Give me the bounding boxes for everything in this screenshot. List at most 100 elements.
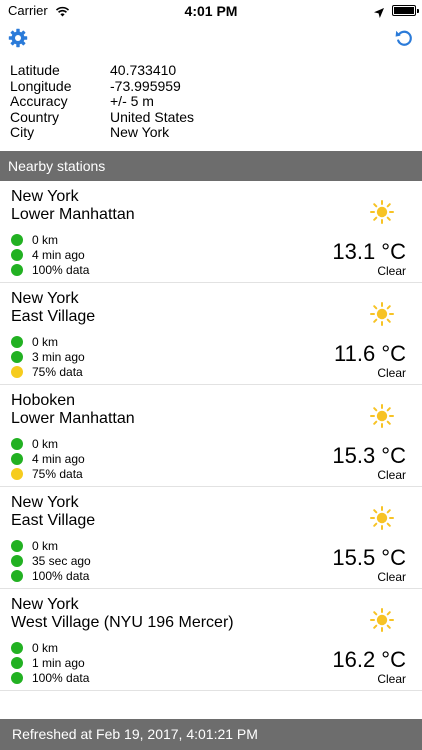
info-value: -73.995959	[110, 77, 181, 94]
temperature: 15.5 °C	[332, 545, 406, 570]
age-stat: 4 min ago	[11, 248, 85, 262]
temperature: 15.3 °C	[332, 443, 406, 468]
sun-icon	[370, 404, 394, 428]
location-arrow-icon	[374, 5, 384, 23]
info-value: United States	[110, 108, 195, 125]
age-stat: 4 min ago	[11, 452, 85, 466]
temperature: 11.6 °C	[334, 341, 406, 366]
age-stat: 1 min ago	[11, 656, 85, 670]
status-dot-green	[11, 351, 23, 363]
station-city: Hoboken	[11, 392, 76, 409]
info-label: Latitude	[10, 62, 60, 78]
info-row-longitude: Longitude -73.995959	[10, 77, 194, 95]
station-row[interactable]: New York East Village 0 km 3 min ago 75%…	[0, 283, 422, 385]
age-label: 4 min ago	[32, 248, 85, 262]
sun-icon	[370, 608, 394, 632]
info-value: New York	[110, 124, 170, 140]
data-stat: 100% data	[11, 263, 89, 277]
station-row[interactable]: New York West Village (NYU 196 Mercer) 0…	[0, 589, 422, 691]
distance-label: 0 km	[32, 539, 59, 553]
status-dot-green	[11, 264, 23, 276]
status-dot-green	[11, 438, 23, 450]
info-label: Longitude	[10, 77, 72, 94]
status-dot-yellow	[11, 366, 23, 378]
refresh-icon	[395, 30, 412, 46]
status-dot-green	[11, 336, 23, 348]
status-dot-green	[11, 642, 23, 654]
distance-stat: 0 km	[11, 233, 58, 247]
info-label: Accuracy	[10, 93, 68, 109]
station-area: Lower Manhattan	[11, 206, 135, 223]
distance-label: 0 km	[32, 335, 59, 349]
status-dot-yellow	[11, 468, 23, 480]
info-label: Country	[10, 108, 60, 125]
status-dot-green	[11, 453, 23, 465]
battery-icon	[392, 5, 419, 16]
info-row-city: City New York	[10, 124, 194, 141]
status-dot-green	[11, 570, 23, 582]
status-dot-green	[11, 555, 23, 567]
status-dot-green	[11, 540, 23, 552]
station-city: New York	[11, 188, 79, 205]
sun-icon	[370, 200, 394, 224]
station-row[interactable]: New York East Village 0 km 35 sec ago 10…	[0, 487, 422, 589]
data-label: 100% data	[32, 671, 90, 685]
data-label: 100% data	[32, 569, 90, 583]
data-stat: 75% data	[11, 467, 83, 481]
status-bar: Carrier 4:01 PM	[0, 0, 422, 22]
condition: Clear	[377, 672, 406, 686]
station-area: Lower Manhattan	[11, 410, 135, 427]
sun-icon	[370, 302, 394, 326]
condition: Clear	[377, 468, 406, 482]
age-label: 4 min ago	[32, 452, 85, 466]
status-dot-green	[11, 672, 23, 684]
section-header-nearby-stations: Nearby stations	[0, 151, 422, 181]
status-dot-green	[11, 657, 23, 669]
info-row-latitude: Latitude 40.733410	[10, 62, 194, 79]
data-label: 75% data	[32, 365, 83, 379]
gear-icon	[8, 28, 28, 48]
station-row[interactable]: Hoboken Lower Manhattan 0 km 4 min ago 7…	[0, 385, 422, 487]
distance-stat: 0 km	[11, 641, 58, 655]
sun-icon	[370, 506, 394, 530]
distance-label: 0 km	[32, 437, 59, 451]
info-row-country: Country United States	[10, 108, 195, 126]
station-city: New York	[11, 290, 79, 307]
age-label: 1 min ago	[32, 656, 85, 670]
location-info: Latitude 40.733410 Longitude -73.995959 …	[10, 62, 195, 141]
distance-label: 0 km	[32, 233, 59, 247]
station-city: New York	[11, 596, 79, 613]
distance-stat: 0 km	[11, 335, 58, 349]
station-area: East Village	[11, 308, 96, 325]
temperature: 13.1 °C	[332, 239, 406, 264]
distance-label: 0 km	[32, 641, 59, 655]
age-stat: 35 sec ago	[11, 554, 91, 568]
data-stat: 100% data	[11, 671, 89, 685]
refreshed-footer: Refreshed at Feb 19, 2017, 4:01:21 PM	[0, 719, 422, 750]
data-stat: 100% data	[11, 569, 89, 583]
distance-stat: 0 km	[11, 539, 58, 553]
settings-gear-button[interactable]	[8, 28, 28, 48]
status-dot-green	[11, 249, 23, 261]
condition: Clear	[377, 570, 406, 584]
data-label: 100% data	[32, 263, 90, 277]
data-stat: 75% data	[11, 365, 83, 379]
station-city: New York	[11, 494, 79, 511]
condition: Clear	[377, 366, 406, 380]
data-label: 75% data	[32, 467, 83, 481]
stations-list[interactable]: New York Lower Manhattan 0 km 4 min ago …	[0, 181, 422, 691]
station-area: West Village (NYU 196 Mercer)	[11, 614, 234, 631]
info-row-accuracy: Accuracy +/- 5 m	[10, 93, 194, 110]
clock: 4:01 PM	[184, 3, 238, 19]
age-label: 35 sec ago	[32, 554, 91, 568]
age-label: 3 min ago	[32, 350, 85, 364]
refresh-button[interactable]	[394, 28, 414, 48]
station-row[interactable]: New York Lower Manhattan 0 km 4 min ago …	[0, 181, 422, 283]
temperature: 16.2 °C	[332, 647, 406, 672]
info-label: City	[10, 124, 35, 140]
age-stat: 3 min ago	[11, 350, 85, 364]
info-value: +/- 5 m	[110, 93, 154, 109]
info-value: 40.733410	[110, 62, 177, 78]
station-area: East Village	[11, 512, 96, 529]
condition: Clear	[377, 264, 406, 278]
